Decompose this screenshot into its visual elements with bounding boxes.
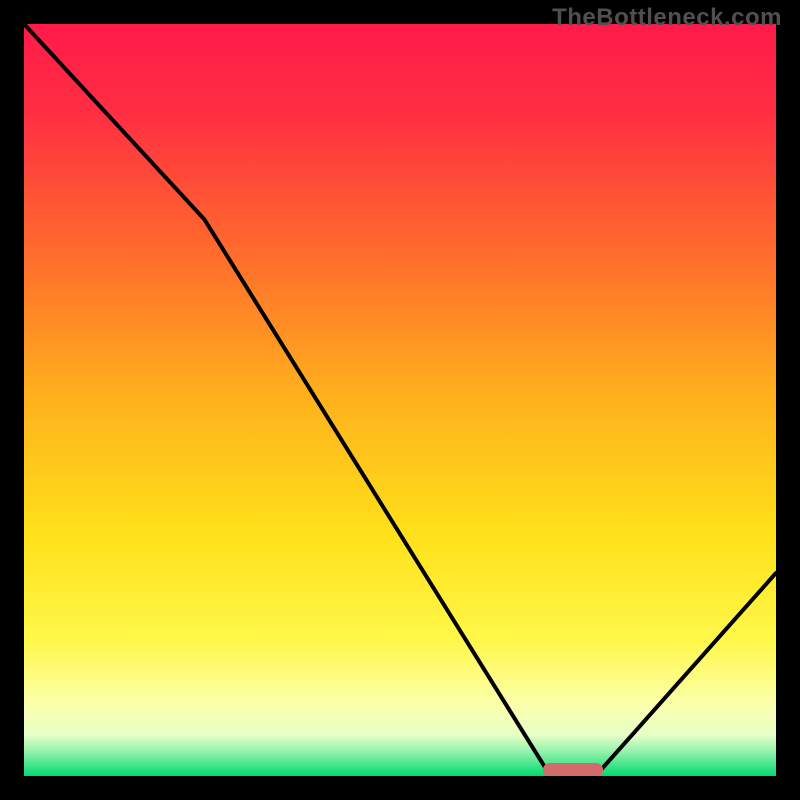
bottleneck-chart bbox=[0, 0, 800, 800]
sweet-spot-marker bbox=[543, 763, 603, 777]
plot-background bbox=[24, 24, 776, 776]
watermark-attribution: TheBottleneck.com bbox=[552, 4, 782, 32]
